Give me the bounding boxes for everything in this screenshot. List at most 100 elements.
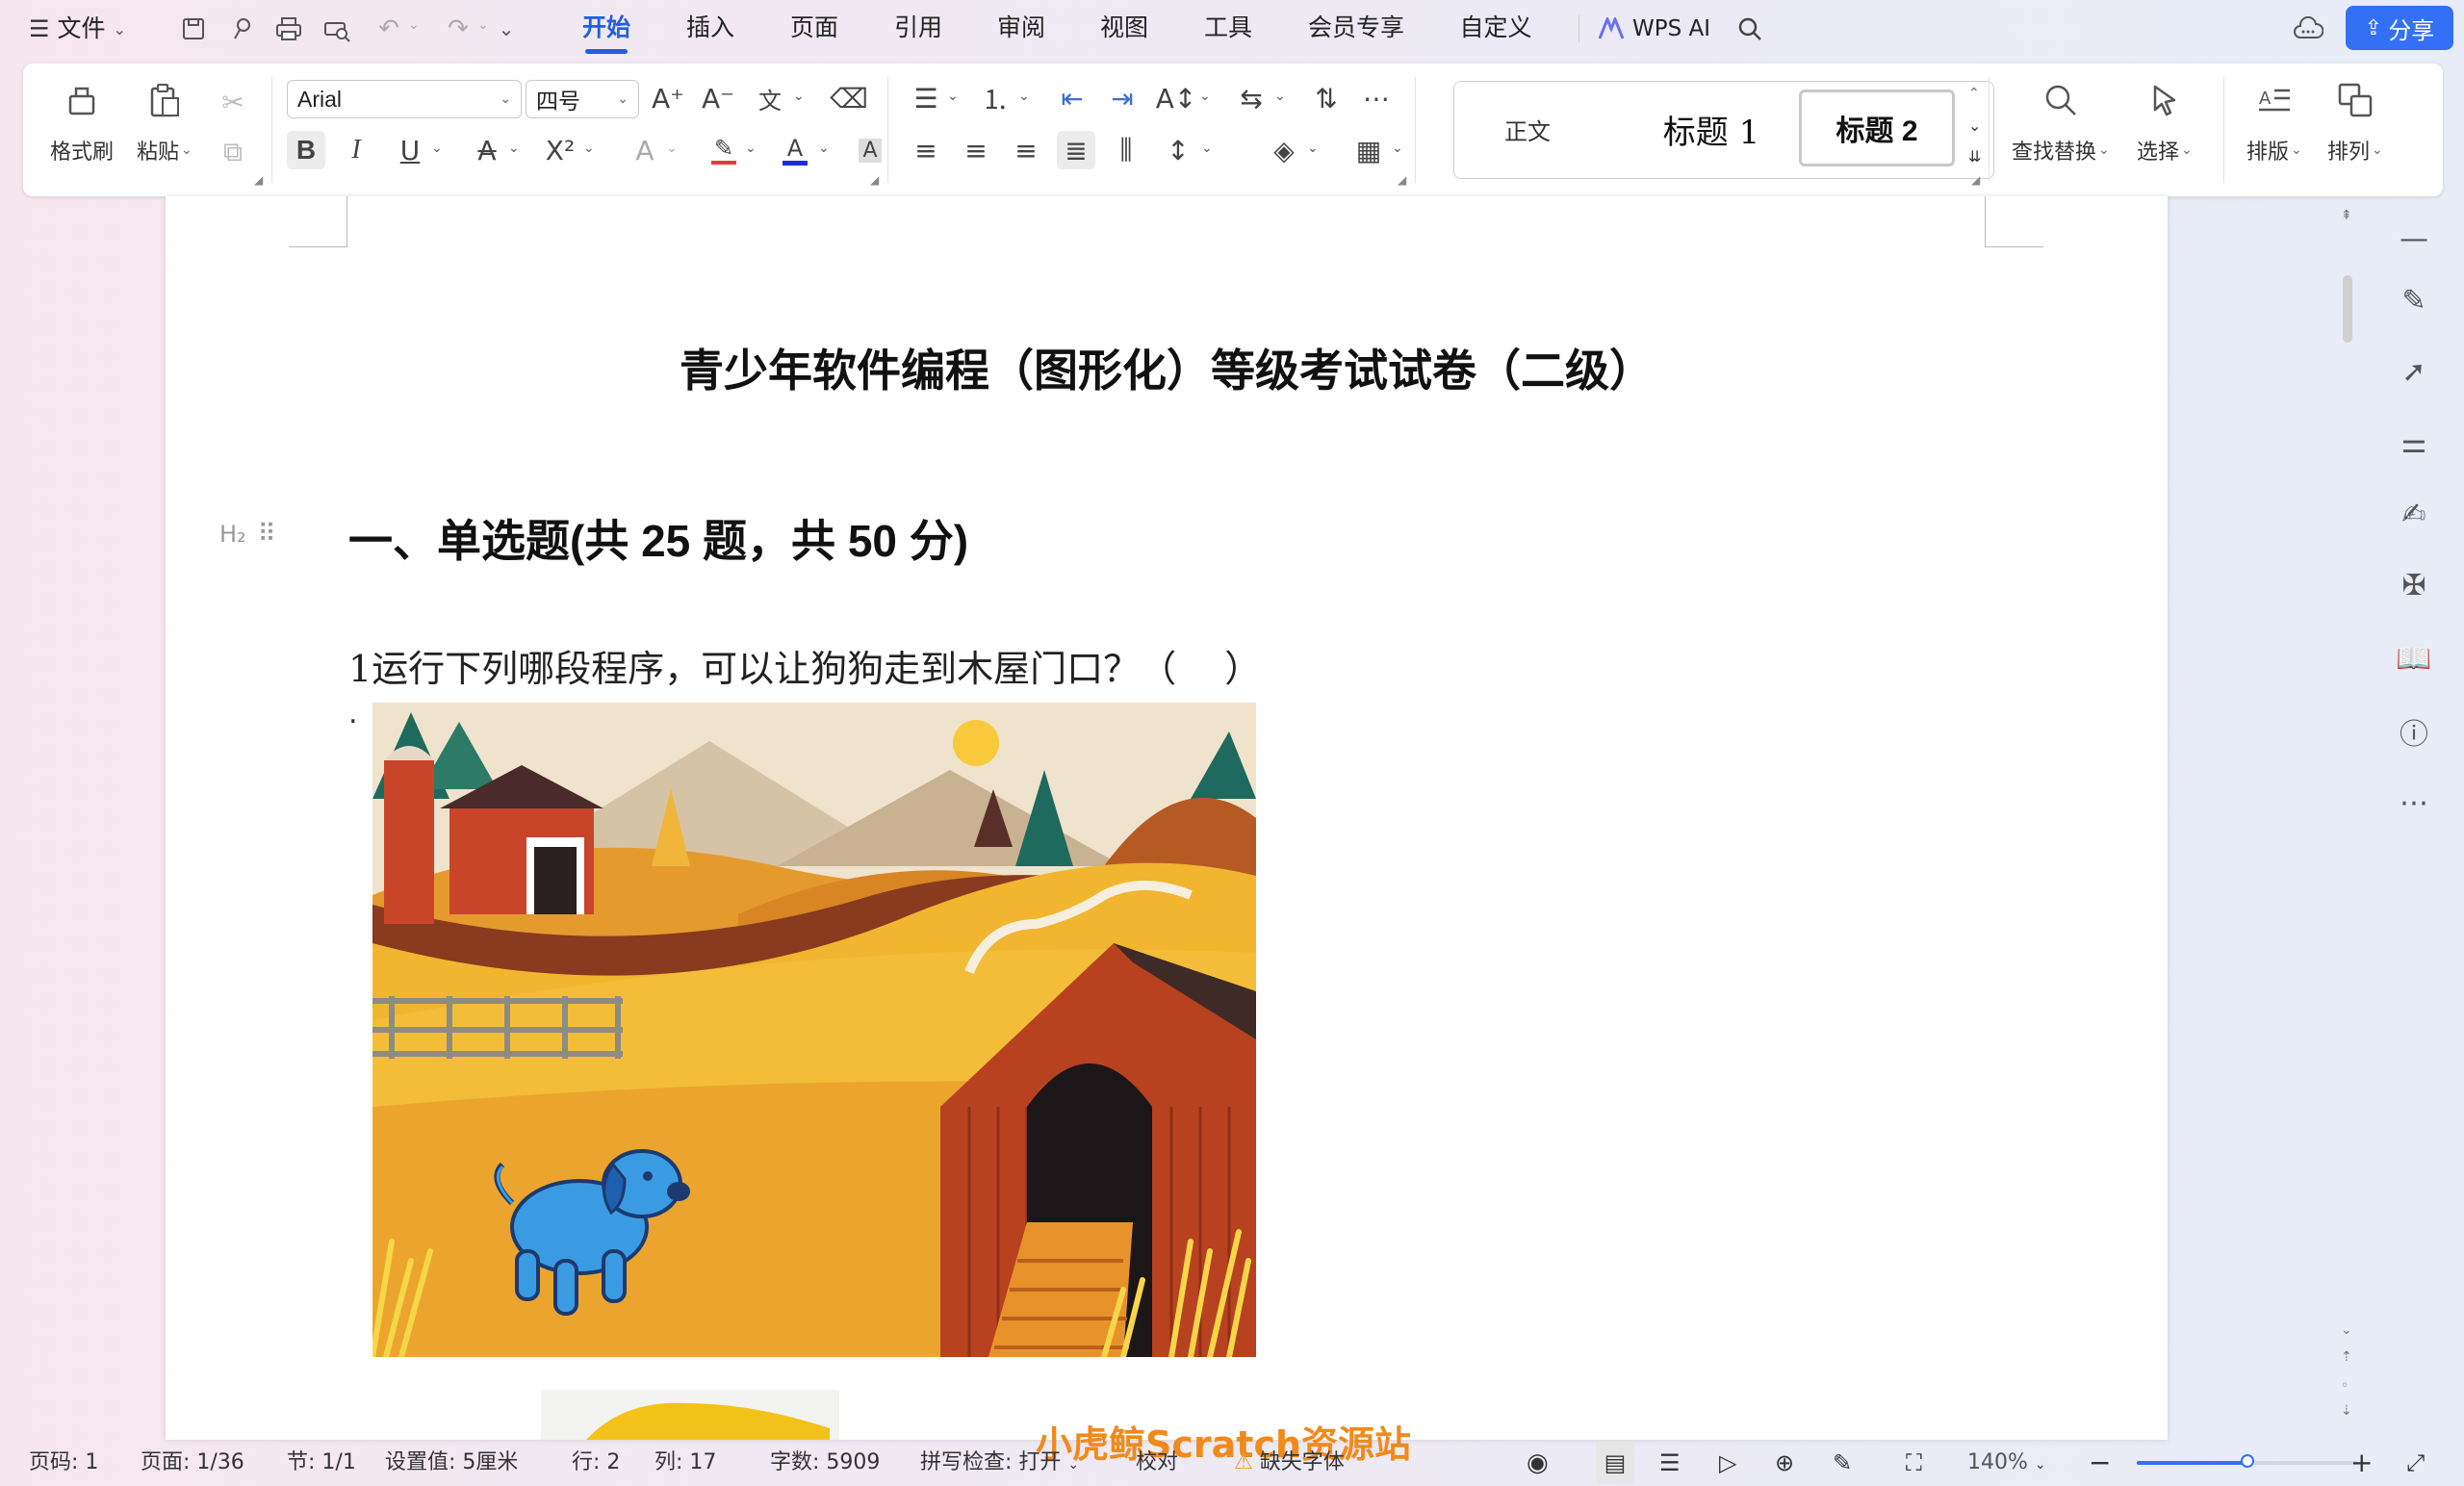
chevron-down-icon[interactable]: ⌄ xyxy=(1199,89,1211,104)
chevron-down-icon[interactable]: ⌄ xyxy=(508,141,520,156)
tab-insert[interactable]: 插入 xyxy=(680,0,741,58)
signature-icon[interactable]: ✍ xyxy=(2393,493,2435,535)
find-replace-button[interactable]: 查找替换 ⌄ xyxy=(2012,81,2110,166)
share-button[interactable]: ⇪ 分享 xyxy=(2346,6,2453,50)
layout-button[interactable]: A 排版 ⌄ xyxy=(2246,81,2302,166)
question-illustration[interactable] xyxy=(372,703,1256,1357)
more-icon[interactable]: ⋯ xyxy=(2393,781,2435,824)
phonetic-guide-icon[interactable]: 文 xyxy=(751,79,789,117)
collapse-sidebar-icon[interactable]: — xyxy=(2393,218,2435,260)
chevron-down-icon[interactable]: ⌄ xyxy=(1201,141,1213,156)
status-page-code[interactable]: 页码: 1 xyxy=(29,1442,98,1484)
show-marks-icon[interactable]: ⋯ xyxy=(1357,79,1396,117)
browse-object-icon[interactable]: ◦ xyxy=(2341,1378,2348,1394)
style-heading-2[interactable]: 标题 2 xyxy=(1799,90,1955,167)
customize-toolbar-icon[interactable]: ⌄ xyxy=(489,12,524,46)
style-scroll-down-icon[interactable]: ⌄ xyxy=(1968,116,1981,135)
zoom-out-icon[interactable]: − xyxy=(2089,1442,2111,1484)
superscript-icon[interactable]: X² xyxy=(541,131,579,169)
eye-protection-icon[interactable]: ◉ xyxy=(1527,1442,1549,1484)
border-icon[interactable]: ▦ xyxy=(1349,131,1388,169)
chevron-down-icon[interactable]: ⌄ xyxy=(793,89,805,104)
styles-launcher-icon[interactable]: ◢ xyxy=(1971,173,1980,187)
undo-icon[interactable]: ↶ xyxy=(372,12,406,46)
select-button[interactable]: 选择 ⌄ xyxy=(2137,81,2193,166)
status-setting[interactable]: 设置值: 5厘米 xyxy=(385,1442,518,1484)
scroll-up-icon[interactable]: ⇞ xyxy=(2341,208,2352,223)
status-section[interactable]: 节: 1/1 xyxy=(287,1442,356,1484)
status-proofread[interactable]: 校对 xyxy=(1136,1442,1178,1484)
chevron-down-icon[interactable]: ⌄ xyxy=(583,141,595,156)
next-page-icon[interactable]: ⇣ xyxy=(2341,1403,2352,1419)
paragraph-launcher-icon[interactable]: ◢ xyxy=(1398,173,1406,187)
font-launcher-icon[interactable]: ◢ xyxy=(870,173,879,187)
chevron-down-icon[interactable]: ⌄ xyxy=(818,141,830,156)
write-mode-icon[interactable]: ✎ xyxy=(1833,1442,1852,1484)
next-illustration[interactable] xyxy=(541,1390,839,1440)
decrease-font-icon[interactable]: A⁻ xyxy=(699,79,737,117)
align-right-icon[interactable]: ≡ xyxy=(1007,131,1045,169)
scroll-down-icon[interactable]: ⌄ xyxy=(2341,1322,2352,1338)
italic-icon[interactable]: I xyxy=(337,131,375,169)
zoom-slider[interactable] xyxy=(2137,1454,2358,1468)
adjust-icon[interactable]: ⚌ xyxy=(2393,422,2435,464)
numbered-list-icon[interactable]: ⒈ xyxy=(976,79,1014,117)
font-name-select[interactable]: Arial ⌄ xyxy=(287,80,522,118)
sort-icon[interactable]: ⇅ xyxy=(1307,79,1346,117)
tab-references[interactable]: 引用 xyxy=(887,0,949,58)
fullscreen-icon[interactable]: ⤢ xyxy=(2406,1442,2425,1484)
print-icon[interactable] xyxy=(271,12,306,46)
increase-font-icon[interactable]: A⁺ xyxy=(649,79,687,117)
tab-view[interactable]: 视图 xyxy=(1093,0,1155,58)
clipboard-launcher-icon[interactable]: ◢ xyxy=(254,173,263,187)
chevron-down-icon[interactable]: ⌄ xyxy=(1307,141,1319,156)
align-left-icon[interactable]: ≡ xyxy=(907,131,945,169)
print-preview-icon[interactable] xyxy=(320,12,354,46)
justify-icon[interactable]: ≣ xyxy=(1057,131,1095,169)
style-scroll-up-icon[interactable]: ⌃ xyxy=(1968,86,1980,101)
help-icon[interactable]: ⓘ xyxy=(2393,710,2435,753)
tab-member[interactable]: 会员专享 xyxy=(1301,0,1411,58)
zoom-level[interactable]: 140% ⌄ xyxy=(1967,1442,2046,1486)
search-icon[interactable] xyxy=(1732,12,1767,46)
shading-icon[interactable]: ◈ xyxy=(1265,131,1303,169)
vertical-scrollbar-thumb[interactable] xyxy=(2343,275,2352,343)
heading-level-marker[interactable]: H₂ ⠿ xyxy=(219,520,276,549)
distributed-icon[interactable]: ⫼ xyxy=(1107,131,1145,169)
file-menu[interactable]: ☰ 文件 ⌄ xyxy=(29,0,126,58)
zoom-slider-thumb[interactable] xyxy=(2241,1454,2254,1468)
redo-dropdown-icon[interactable]: ⌄ xyxy=(477,17,489,33)
status-missing-font[interactable]: ⚠ 缺失字体 xyxy=(1234,1442,1345,1484)
text-effect-icon[interactable]: A xyxy=(626,131,664,169)
status-page[interactable]: 页面: 1/36 xyxy=(141,1442,244,1484)
strikethrough-icon[interactable]: A xyxy=(468,131,506,169)
underline-icon[interactable]: U xyxy=(391,131,429,169)
font-size-select[interactable]: 四号 ⌄ xyxy=(526,80,639,118)
web-view-icon[interactable]: ⊕ xyxy=(1775,1442,1794,1484)
chevron-down-icon[interactable]: ⌄ xyxy=(1018,89,1030,104)
align-center-icon[interactable]: ≡ xyxy=(957,131,995,169)
paste-button[interactable]: 粘贴 ⌄ xyxy=(137,81,192,166)
prev-page-icon[interactable]: ⇡ xyxy=(2341,1349,2352,1365)
arrange-button[interactable]: 排列 ⌄ xyxy=(2327,81,2383,166)
chevron-down-icon[interactable]: ⌄ xyxy=(431,141,443,156)
text-direction-icon[interactable]: A↕ xyxy=(1156,79,1197,117)
highlight-icon[interactable]: ✎ xyxy=(705,131,743,169)
redo-icon[interactable]: ↷ xyxy=(441,12,475,46)
read-mode-icon[interactable]: ▷ xyxy=(1719,1442,1736,1484)
clear-format-icon[interactable]: ⌫ xyxy=(830,79,868,117)
document-page[interactable]: 青少年软件编程（图形化）等级考试试卷（二级） H₂ ⠿ 一、单选题(共 25 题… xyxy=(166,196,2168,1440)
chevron-down-icon[interactable]: ⌄ xyxy=(1274,89,1286,104)
cut-icon[interactable]: ✂ xyxy=(214,83,252,121)
tab-review[interactable]: 审阅 xyxy=(990,0,1052,58)
chevron-down-icon[interactable]: ⌄ xyxy=(666,141,678,156)
font-color-icon[interactable]: A xyxy=(776,131,814,169)
bold-icon[interactable]: B xyxy=(287,131,325,169)
fit-page-icon[interactable]: ⛶ xyxy=(1906,1442,1922,1484)
bullet-list-icon[interactable]: ☰ xyxy=(907,79,945,117)
pen-icon[interactable]: ✎ xyxy=(2393,279,2435,321)
character-shading-icon[interactable]: A xyxy=(851,131,889,169)
status-row[interactable]: 行: 2 xyxy=(572,1442,620,1484)
book-icon[interactable]: 📖 xyxy=(2393,637,2435,679)
outline-view-icon[interactable]: ☰ xyxy=(1659,1442,1681,1484)
